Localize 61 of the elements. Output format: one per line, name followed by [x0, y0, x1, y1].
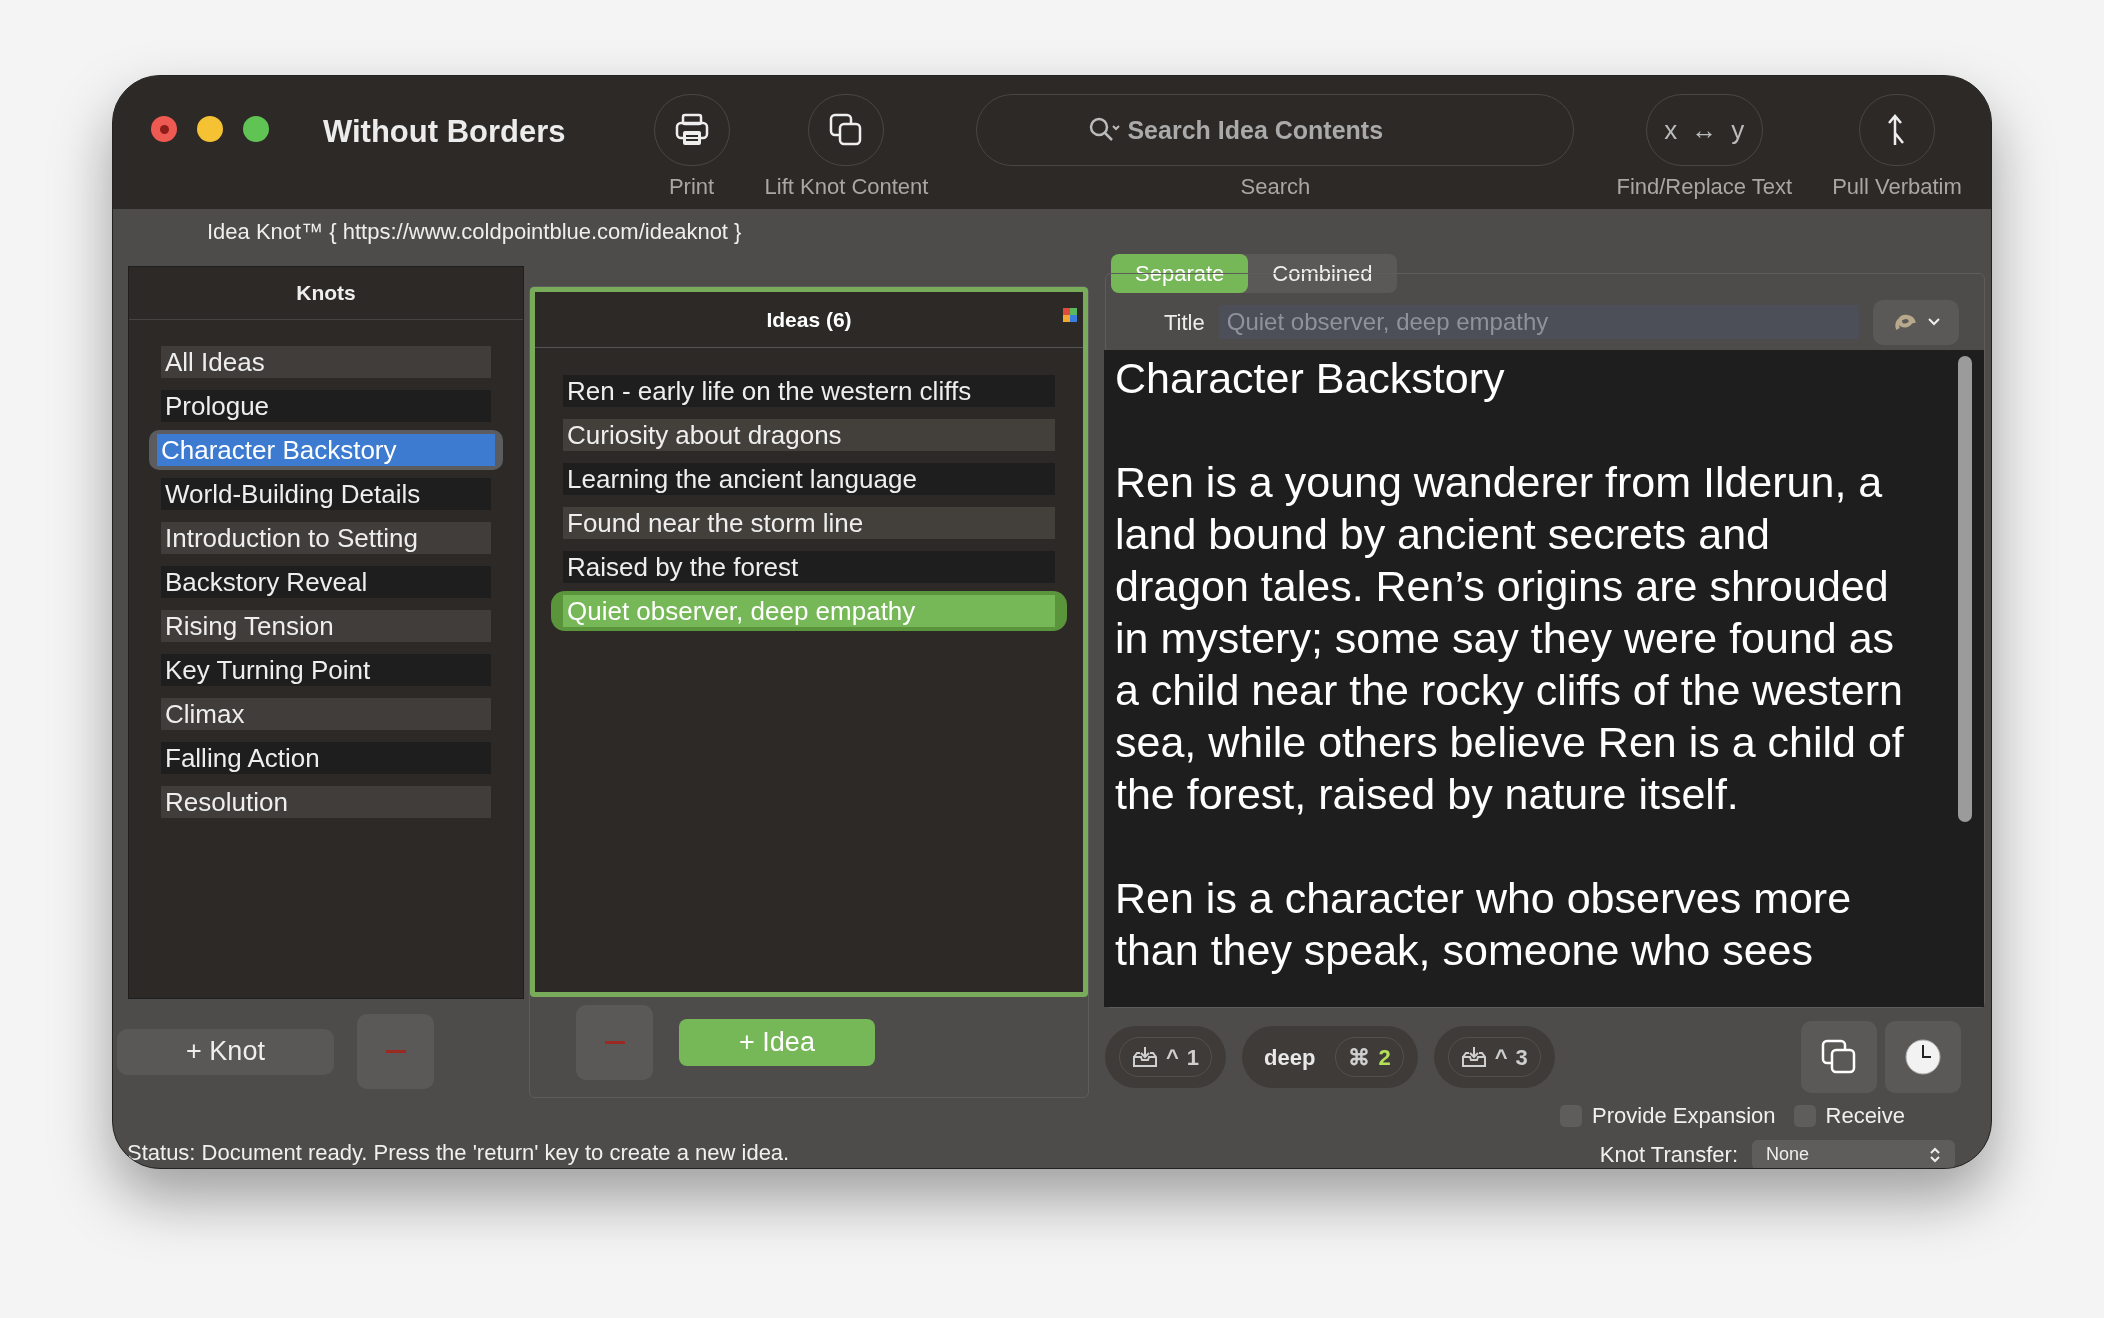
inbox-icon [1132, 1045, 1158, 1069]
clock-icon [1905, 1039, 1941, 1075]
copy-icon [829, 113, 864, 147]
toolbar-label: Find/Replace Text [1616, 173, 1793, 201]
knot-item[interactable]: Rising Tension [161, 610, 491, 642]
minus-icon [385, 1050, 406, 1053]
status-text: Status: Document ready. Press the 'return' key to create a new idea. [127, 1139, 790, 1167]
column-header: Knots [296, 280, 356, 307]
shortcut-number: 2 [1378, 1043, 1391, 1072]
knot-item[interactable]: Backstory Reveal [161, 566, 491, 598]
printer-icon [674, 113, 709, 147]
toolbar-label: Search [1240, 173, 1311, 201]
idea-item[interactable]: Ren - early life on the western cliffs [563, 375, 1055, 407]
knot-item[interactable]: Resolution [161, 786, 491, 818]
idea-item[interactable]: Learning the ancient language [563, 463, 1055, 495]
text-paragraph: Ren is a character who observes more than they speak, someone who sees [1115, 873, 1853, 976]
knot-item[interactable]: Falling Action [161, 742, 491, 774]
shortcut-pill[interactable]: ^ 1 [1105, 1026, 1227, 1088]
title-field[interactable]: Quiet observer, deep empathy [1218, 305, 1859, 339]
field-label: Knot Transfer: [1599, 1141, 1738, 1168]
history-button[interactable] [1885, 1021, 1961, 1093]
copy-icon [1821, 1039, 1857, 1075]
scrollbar-thumb[interactable] [1958, 356, 1972, 822]
toolbar-label: Lift Knot Content [764, 173, 929, 201]
checkbox-label: Provide Expansion [1592, 1102, 1776, 1130]
stepper-icon [1929, 1145, 1941, 1164]
chevron-down-icon [1927, 318, 1940, 326]
shortcut-pill[interactable]: deep ⌘ 2 [1242, 1026, 1418, 1088]
column-header: Ideas (6) [766, 306, 852, 333]
knot-item[interactable]: World-Building Details [161, 478, 491, 510]
text-paragraph: Character Backstory [1115, 353, 1506, 404]
copy-button[interactable] [1801, 1021, 1877, 1093]
knot-transfer-select[interactable]: None [1752, 1139, 1955, 1168]
idea-item[interactable]: Found near the storm line [563, 507, 1055, 539]
minus-icon [604, 1041, 625, 1044]
knot-item[interactable]: Prologue [161, 390, 491, 422]
field-label: Title [1164, 308, 1205, 337]
knot-item[interactable]: Key Turning Point [161, 654, 491, 686]
minimize-button[interactable] [197, 116, 223, 142]
knot-item[interactable]: Introduction to Setting [161, 522, 491, 554]
shortcut-pill[interactable]: ^ 3 [1433, 1026, 1555, 1088]
text-paragraph: Ren is a young wanderer from Ilderun, a land bound by ancient secrets and dragon tales. Ren’s origins are shrouded in mystery; some say they were found as a child near the rocky cliffs of the western sea, while others believe Ren is a child of the forest, raised by nature itself. [1115, 457, 1905, 820]
idea-item[interactable]: Raised by the forest [563, 551, 1055, 583]
banner-text: Idea Knot™ { https://www.coldpointblue.com/ideaknot } [207, 218, 742, 246]
knot-item[interactable]: Climax [161, 698, 491, 730]
idea-item[interactable]: Curiosity about dragons [563, 419, 1055, 451]
close-button[interactable] [151, 116, 177, 142]
knot-item[interactable]: All Ideas [161, 346, 491, 378]
window-title: Without Borders [323, 113, 566, 151]
checkbox-label: Receive [1825, 1102, 1905, 1130]
toolbar-label: Print [668, 173, 715, 201]
shortcut-number: 3 [1515, 1043, 1528, 1072]
add-knot-button[interactable]: + Knot [117, 1028, 334, 1075]
search-field[interactable]: Search Idea Contents [976, 94, 1575, 166]
knot-menu-button[interactable] [1872, 299, 1959, 345]
zoom-button[interactable] [243, 116, 269, 142]
knot-item[interactable]: Character Backstory [157, 434, 495, 466]
shortcut-number: 1 [1186, 1043, 1200, 1072]
toolbar-label: Pull Verbatim [1832, 173, 1962, 201]
color-grid-icon[interactable] [1063, 308, 1077, 322]
inbox-icon [1460, 1045, 1487, 1069]
